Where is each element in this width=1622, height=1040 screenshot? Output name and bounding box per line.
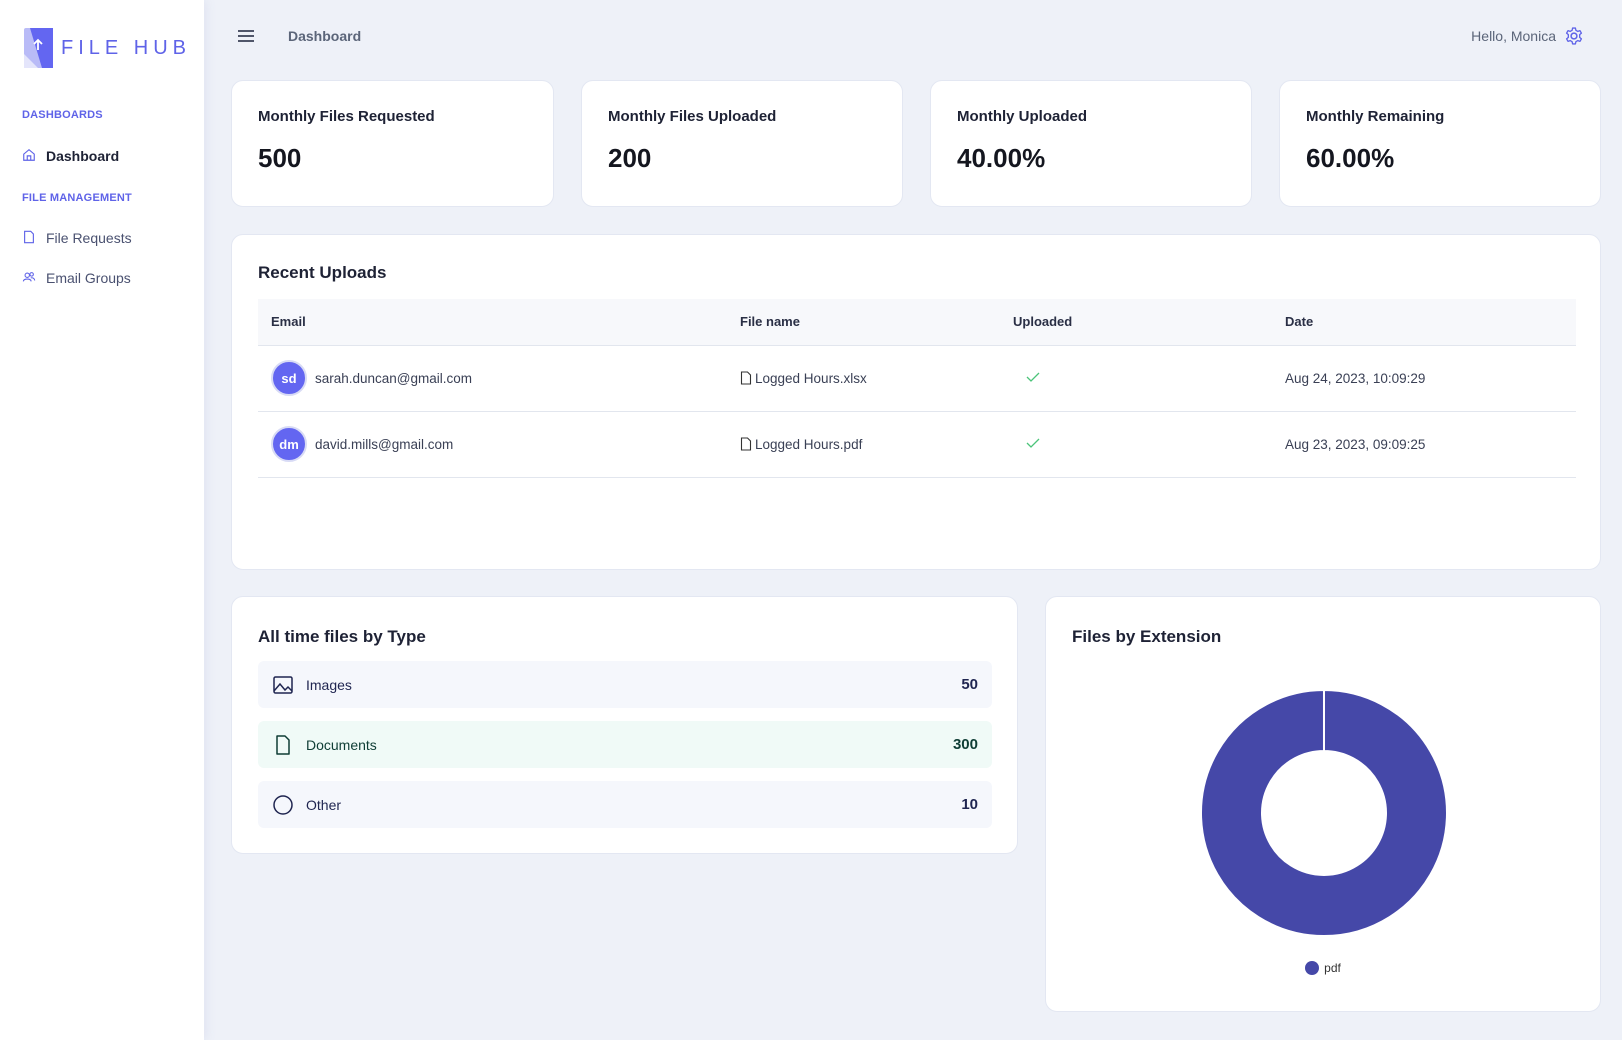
stat-title: Monthly Remaining	[1306, 108, 1445, 125]
stat-value: 200	[608, 143, 652, 173]
files-by-type-card: All time files by Type Images 50 Documen…	[231, 596, 1018, 854]
logo[interactable]: FILE HUB	[24, 28, 191, 68]
users-icon	[22, 270, 38, 286]
sidebar-item-label: File Requests	[46, 230, 132, 246]
column-header-email[interactable]: Email	[258, 299, 740, 346]
table-header-row: Email File name Uploaded Date	[258, 299, 1576, 346]
type-count: 10	[961, 796, 978, 813]
table-row[interactable]: sd sarah.duncan@gmail.com Logged Hours.xl…	[258, 345, 1576, 412]
type-label: Other	[306, 796, 342, 813]
column-header-uploaded[interactable]: Uploaded	[1013, 299, 1285, 346]
column-header-date[interactable]: Date	[1285, 299, 1576, 346]
recent-uploads-table: Email File name Uploaded Date sd sarah.du…	[258, 299, 1576, 478]
stat-card-files-requested: Monthly Files Requested 500	[231, 80, 554, 207]
image-icon	[272, 674, 294, 696]
recent-uploads-card: Recent Uploads Email File name Uploaded …	[231, 234, 1601, 570]
home-icon	[22, 148, 38, 164]
sidebar-item-file-requests[interactable]: File Requests	[22, 230, 132, 246]
row-email: david.mills@gmail.com	[315, 436, 454, 452]
logo-icon	[24, 28, 55, 68]
table-row[interactable]: dm david.mills@gmail.com Logged Hours.pdf…	[258, 411, 1576, 478]
legend-label: pdf	[1324, 961, 1341, 975]
check-icon	[1026, 437, 1040, 452]
type-row-other[interactable]: Other 10	[258, 781, 992, 828]
row-file-name: Logged Hours.pdf	[755, 436, 863, 452]
user-greeting: Hello, Monica	[1471, 28, 1556, 44]
file-icon	[740, 371, 752, 385]
document-icon	[272, 734, 294, 756]
column-header-file-name[interactable]: File name	[740, 299, 1013, 346]
recent-uploads-title: Recent Uploads	[258, 263, 387, 282]
type-label: Documents	[306, 736, 377, 753]
stat-title: Monthly Files Uploaded	[608, 108, 777, 125]
type-count: 300	[952, 736, 978, 753]
gear-icon[interactable]	[1564, 26, 1584, 46]
sidebar-item-label: Dashboard	[46, 148, 120, 164]
stat-value: 500	[258, 143, 302, 173]
sidebar-item-dashboard[interactable]: Dashboard	[22, 148, 119, 164]
app-name: FILE HUB	[61, 36, 192, 59]
file-icon	[22, 230, 38, 246]
type-label: Images	[306, 676, 352, 693]
stat-value: 40.00%	[957, 143, 1046, 173]
file-icon	[740, 437, 752, 451]
stat-card-remaining-percent: Monthly Remaining 60.00%	[1279, 80, 1601, 207]
type-row-images[interactable]: Images 50	[258, 661, 992, 708]
files-by-extension-card: Files by Extension pdf	[1045, 596, 1601, 1012]
avatar: sd	[271, 360, 307, 396]
sidebar-item-email-groups[interactable]: Email Groups	[22, 270, 131, 286]
row-email: sarah.duncan@gmail.com	[315, 370, 473, 386]
breadcrumb: Dashboard	[288, 28, 362, 44]
section-dashboards: DASHBOARDS	[22, 109, 103, 121]
stat-title: Monthly Uploaded	[957, 108, 1087, 125]
chart-legend: pdf	[1046, 961, 1600, 975]
stat-title: Monthly Files Requested	[258, 108, 435, 125]
sidebar-item-label: Email Groups	[46, 270, 131, 286]
sidebar: FILE HUB DASHBOARDS Dashboard FILE MANAG…	[0, 0, 204, 1040]
type-row-documents[interactable]: Documents 300	[258, 721, 992, 768]
legend-item-pdf[interactable]: pdf	[1305, 961, 1341, 975]
donut-slice-pdf[interactable]	[1199, 688, 1448, 937]
type-count: 50	[961, 676, 978, 693]
stat-card-files-uploaded: Monthly Files Uploaded 200	[581, 80, 903, 207]
hamburger-icon[interactable]	[236, 28, 256, 44]
row-date: Aug 23, 2023, 09:09:25	[1285, 411, 1576, 478]
section-file-management: FILE MANAGEMENT	[22, 192, 132, 204]
files-by-type-title: All time files by Type	[258, 627, 426, 646]
stat-card-uploaded-percent: Monthly Uploaded 40.00%	[930, 80, 1252, 207]
check-icon	[1026, 371, 1040, 386]
circle-icon	[272, 794, 294, 816]
row-date: Aug 24, 2023, 10:09:29	[1285, 345, 1576, 412]
avatar: dm	[271, 426, 307, 462]
row-file-name: Logged Hours.xlsx	[755, 370, 867, 386]
legend-swatch	[1305, 961, 1320, 975]
stat-value: 60.00%	[1306, 143, 1395, 173]
donut-chart	[1199, 688, 1448, 937]
